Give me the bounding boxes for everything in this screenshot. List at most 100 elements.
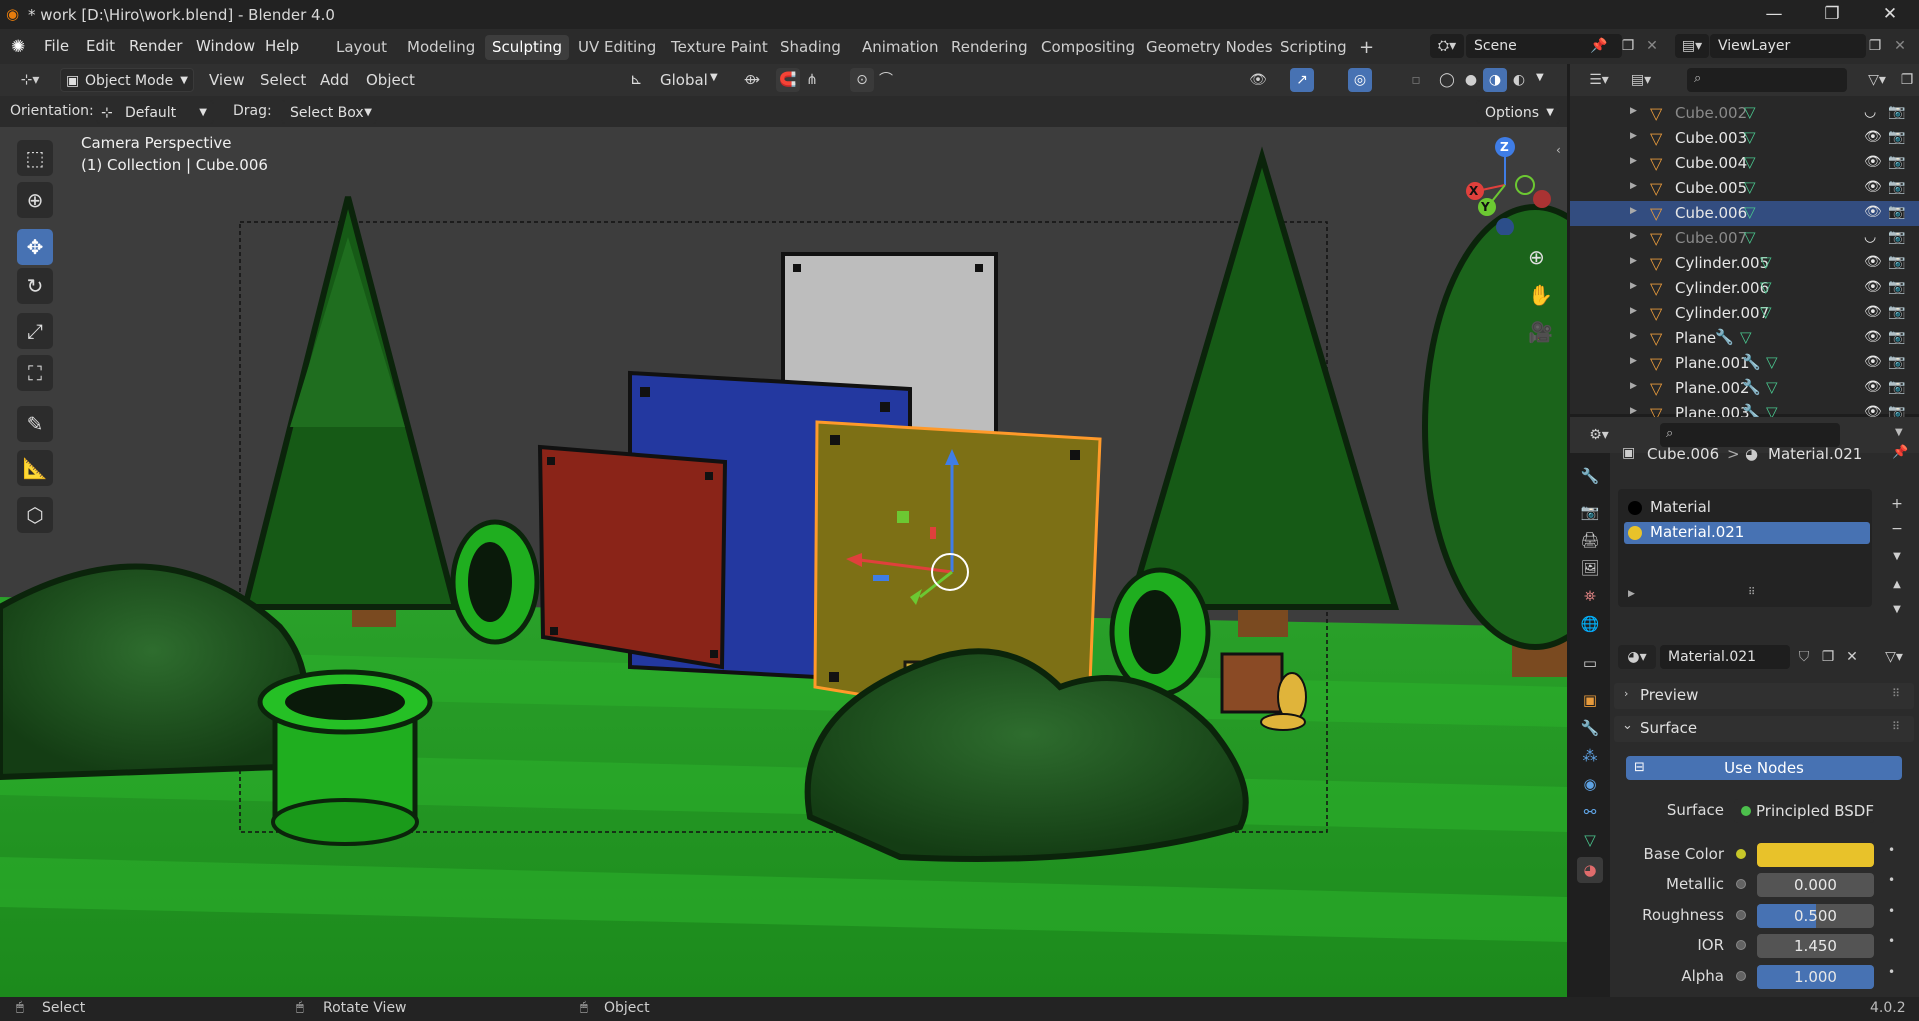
tab-modeling[interactable]: Modeling: [400, 35, 482, 60]
transform-orientation-value[interactable]: Global: [660, 70, 708, 90]
outliner-row[interactable]: ▶ ▽ Plane 🔧 ▽ 👁 📷: [1570, 326, 1919, 351]
object-menu[interactable]: Object: [366, 70, 415, 90]
unlink-material-icon[interactable]: ✕: [1840, 645, 1864, 669]
ior-field[interactable]: 1.450: [1757, 934, 1874, 958]
snap-target-icon[interactable]: ⋔: [800, 68, 824, 92]
tab-uv-editing[interactable]: UV Editing: [571, 35, 663, 60]
pan-hand-icon[interactable]: ✋: [1528, 283, 1553, 307]
blender-menu-icon[interactable]: ✺: [11, 37, 25, 57]
outliner-search-input[interactable]: [1687, 68, 1847, 92]
modifier-wrench-icon[interactable]: 🔧: [1742, 353, 1761, 371]
measure-tool-icon[interactable]: 📐: [17, 450, 53, 486]
overlay-toggle-icon[interactable]: ◎: [1348, 68, 1372, 92]
alpha-slider[interactable]: 1.000: [1757, 965, 1874, 989]
expand-triangle-icon[interactable]: ▶: [1630, 306, 1637, 316]
sidebar-toggle-icon[interactable]: ‹: [1556, 143, 1561, 157]
visibility-eye-icon[interactable]: 👁: [1864, 129, 1882, 145]
select-menu[interactable]: Select: [260, 70, 306, 90]
surface-shader-selector[interactable]: Principled BSDF: [1734, 799, 1874, 823]
mesh-data-icon[interactable]: ▽: [1744, 128, 1756, 146]
tab-texture-paint[interactable]: Texture Paint: [664, 35, 775, 60]
move-tool-icon[interactable]: ✥: [17, 229, 53, 265]
minimize-button[interactable]: —: [1745, 0, 1803, 29]
mesh-data-icon[interactable]: ▽: [1744, 153, 1756, 171]
menu-file[interactable]: File: [44, 29, 69, 64]
outliner-row[interactable]: ▶ ▽ Cube.007 ▽ ◡ 📷: [1570, 226, 1919, 251]
mesh-data-icon[interactable]: ▽: [1744, 103, 1756, 121]
xray-icon[interactable]: ▫: [1404, 68, 1428, 92]
mode-dropdown[interactable]: ▣ Object Mode ▼: [60, 68, 194, 92]
render-camera-icon[interactable]: 📷: [1888, 304, 1905, 320]
render-camera-icon[interactable]: 📷: [1888, 329, 1905, 345]
animate-dot-icon[interactable]: •: [1888, 843, 1895, 857]
tab-layout[interactable]: Layout: [329, 35, 394, 60]
expand-triangle-icon[interactable]: ▶: [1630, 106, 1637, 116]
outliner-row[interactable]: ▶ ▽ Cube.002 ▽ ◡ 📷: [1570, 101, 1919, 126]
shading-options-chevron-icon[interactable]: ▼: [1536, 72, 1544, 83]
properties-search-input[interactable]: [1660, 423, 1840, 447]
options-dropdown[interactable]: Options ▼: [1476, 100, 1560, 124]
render-camera-icon[interactable]: 📷: [1888, 254, 1905, 270]
expand-triangle-icon[interactable]: ▶: [1630, 256, 1637, 266]
modifier-wrench-icon[interactable]: 🔧: [1742, 378, 1761, 396]
mesh-data-icon[interactable]: ▽: [1744, 203, 1756, 221]
collection-tab-icon[interactable]: ▭: [1577, 650, 1603, 676]
add-cube-tool-icon[interactable]: ⬡: [17, 497, 53, 533]
menu-window[interactable]: Window: [196, 29, 255, 64]
outliner-row[interactable]: ▶ ▽ Cube.005 ▽ 👁 📷: [1570, 176, 1919, 201]
orientation-dropdown[interactable]: ⊹ Default ▼: [96, 100, 214, 124]
new-collection-icon[interactable]: ❐: [1895, 68, 1919, 92]
transform-orientation-icon[interactable]: ⊾: [630, 70, 643, 88]
tab-scripting[interactable]: Scripting: [1273, 35, 1354, 60]
value-socket-icon[interactable]: [1736, 940, 1746, 950]
scene-tab-icon[interactable]: ⛯: [1577, 583, 1603, 609]
animate-dot-icon[interactable]: •: [1888, 873, 1895, 887]
view-layer-selector-icon[interactable]: ▤▾: [1675, 34, 1709, 58]
add-slot-icon[interactable]: +: [1885, 492, 1909, 516]
expand-triangle-icon[interactable]: ▶: [1630, 206, 1637, 216]
render-camera-icon[interactable]: 📷: [1888, 129, 1905, 145]
output-tab-icon[interactable]: 🖨: [1577, 527, 1603, 553]
render-camera-icon[interactable]: 📷: [1888, 379, 1905, 395]
drag-dropdown[interactable]: Select Box ▼: [281, 100, 377, 124]
material-slot-row-active[interactable]: Material.021: [1624, 522, 1870, 544]
outliner-row[interactable]: ▶ ▽ Plane.002 🔧 ▽ 👁 📷: [1570, 376, 1919, 401]
tab-animation[interactable]: Animation: [855, 35, 945, 60]
outliner-row[interactable]: ▶ ▽ Cylinder.007 ▽ 👁 📷: [1570, 301, 1919, 326]
particles-tab-icon[interactable]: ⁂: [1577, 743, 1603, 769]
expand-triangle-icon[interactable]: ▶: [1630, 156, 1637, 166]
world-tab-icon[interactable]: 🌐: [1577, 611, 1603, 637]
object-tab-icon[interactable]: ▣: [1577, 687, 1603, 713]
render-camera-icon[interactable]: 📷: [1888, 354, 1905, 370]
mesh-data-icon[interactable]: ▽: [1760, 303, 1772, 321]
outliner-item-name[interactable]: Cube.005: [1675, 179, 1747, 197]
value-socket-icon[interactable]: [1736, 879, 1746, 889]
expand-triangle-icon[interactable]: ▶: [1630, 331, 1637, 341]
tab-compositing[interactable]: Compositing: [1034, 35, 1142, 60]
menu-render[interactable]: Render: [129, 29, 182, 64]
camera-view-icon[interactable]: 🎥: [1528, 320, 1553, 344]
visibility-eye-icon[interactable]: 👁: [1864, 354, 1882, 370]
base-color-swatch[interactable]: [1757, 843, 1874, 867]
rendered-shading-icon[interactable]: ◐: [1507, 68, 1531, 92]
visibility-eye-icon[interactable]: ◡: [1864, 229, 1876, 245]
render-camera-icon[interactable]: 📷: [1888, 104, 1905, 120]
render-camera-icon[interactable]: 📷: [1888, 229, 1905, 245]
expand-triangle-icon[interactable]: ▶: [1630, 406, 1637, 416]
animate-dot-icon[interactable]: •: [1888, 934, 1895, 948]
visibility-eye-icon[interactable]: 👁: [1864, 154, 1882, 170]
remove-slot-icon[interactable]: −: [1885, 517, 1909, 541]
new-scene-icon[interactable]: ❐: [1616, 34, 1640, 58]
visibility-eye-icon[interactable]: 👁: [1864, 179, 1882, 195]
view-layer-name-field[interactable]: ViewLayer: [1710, 34, 1866, 58]
chevron-down-icon[interactable]: ▼: [710, 72, 718, 83]
constraints-tab-icon[interactable]: ⚯: [1577, 799, 1603, 825]
material-preview-icon[interactable]: ◑: [1483, 68, 1507, 92]
render-camera-icon[interactable]: 📷: [1888, 154, 1905, 170]
mesh-data-icon[interactable]: ▽: [1760, 253, 1772, 271]
render-camera-icon[interactable]: 📷: [1888, 279, 1905, 295]
close-button[interactable]: ✕: [1861, 0, 1919, 29]
visibility-eye-icon[interactable]: 👁: [1864, 304, 1882, 320]
outliner-item-name[interactable]: Cylinder.006: [1675, 279, 1769, 297]
expand-triangle-icon[interactable]: ▶: [1630, 131, 1637, 141]
